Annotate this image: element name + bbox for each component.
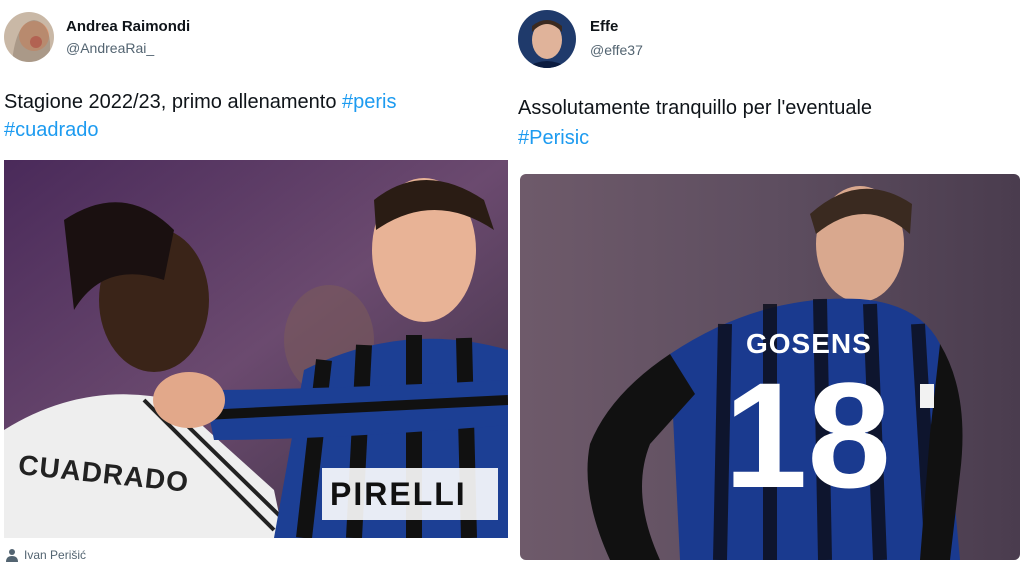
avatar-andrea[interactable]	[4, 12, 54, 62]
tweet-text: Stagione 2022/23, primo allenamento #per…	[4, 88, 397, 116]
tweet-photo-right[interactable]: GOSENS 18	[520, 174, 1020, 560]
hashtag-peris[interactable]: #peris	[342, 91, 396, 113]
tweet-right: Effe @effe37 Assolutamente tranquillo pe…	[512, 0, 1024, 576]
person-icon	[6, 548, 18, 567]
photo-sponsor: PIRELLI	[330, 476, 467, 512]
tweet-text: Assolutamente tranquillo per l'eventuale	[518, 97, 873, 119]
author-handle[interactable]: @AndreaRai_	[66, 40, 154, 56]
tweet-text-line1: Stagione 2022/23, primo allenamento	[4, 91, 343, 113]
tweet-text-line2: #cuadrado	[4, 116, 99, 144]
tweet-photo-left[interactable]: CUADRADO PIRELLI	[4, 160, 508, 538]
tweet-left: Andrea Raimondi @AndreaRai_ Stagione 202…	[0, 0, 512, 576]
hashtag-cuadrado[interactable]: #cuadrado	[4, 119, 99, 141]
author-handle[interactable]: @effe37	[590, 42, 643, 58]
avatar-effe[interactable]	[518, 10, 576, 68]
photo-credit[interactable]: Ivan Perišić	[24, 548, 86, 562]
avatar-effe-image	[518, 10, 576, 68]
hashtag-perisic[interactable]: #Perisic	[518, 127, 589, 149]
photo-jersey-number: 18	[724, 351, 891, 519]
author-name[interactable]: Effe	[590, 18, 618, 35]
tweet-text-line2: #Perisic	[518, 124, 589, 152]
avatar-andrea-image	[4, 12, 54, 62]
author-name[interactable]: Andrea Raimondi	[66, 18, 190, 35]
